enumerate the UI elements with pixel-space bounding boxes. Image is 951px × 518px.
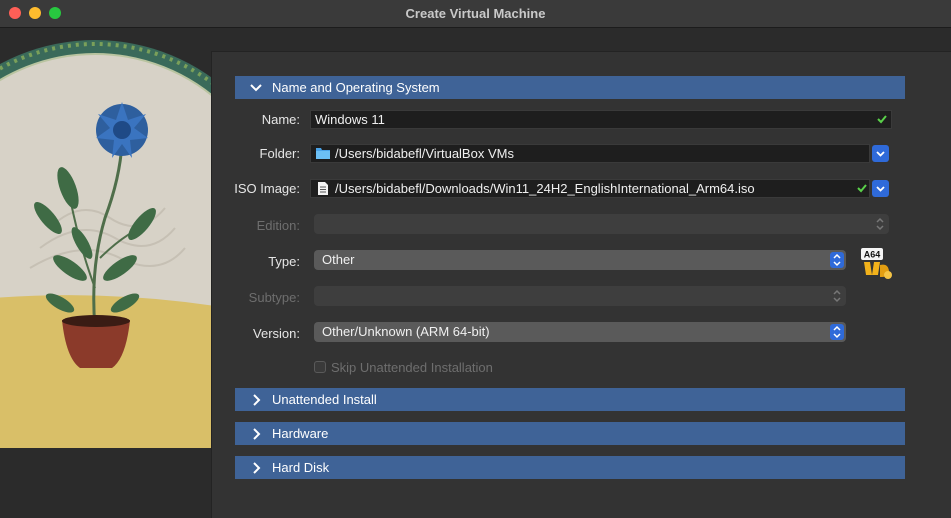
arm64-os-icon: A64	[861, 248, 892, 279]
name-field[interactable]: Windows 11	[310, 110, 892, 129]
name-label: Name:	[261, 112, 300, 127]
edition-label: Edition:	[256, 218, 300, 233]
window-title: Create Virtual Machine	[405, 6, 546, 21]
iso-image-label: ISO Image:	[234, 181, 300, 196]
folder-dropdown-button[interactable]	[872, 145, 889, 162]
chevron-right-icon	[253, 394, 261, 406]
chevron-down-icon	[876, 151, 885, 157]
version-value: Other/Unknown (ARM 64-bit)	[322, 324, 490, 339]
section-unattended-install-label: Unattended Install	[272, 392, 377, 407]
iso-image-value: /Users/bidabefl/Downloads/Win11_24H2_Eng…	[335, 181, 755, 196]
folder-field[interactable]: /Users/bidabefl/VirtualBox VMs	[310, 144, 870, 163]
stepper-arrows-icon	[830, 252, 844, 268]
valid-check-icon	[877, 115, 887, 124]
version-select[interactable]: Other/Unknown (ARM 64-bit)	[314, 322, 846, 342]
iso-image-field[interactable]: /Users/bidabefl/Downloads/Win11_24H2_Eng…	[310, 179, 870, 198]
section-name-os-header[interactable]: Name and Operating System	[235, 76, 905, 99]
folder-label: Folder:	[259, 146, 300, 161]
section-hardware-label: Hardware	[272, 426, 329, 441]
folder-value: /Users/bidabefl/VirtualBox VMs	[335, 146, 514, 161]
skip-unattended-checkbox[interactable]	[314, 361, 326, 373]
stepper-arrows-icon	[876, 217, 884, 231]
arm64-badge-text: A64	[864, 250, 881, 260]
folder-icon	[316, 148, 330, 159]
chevron-right-icon	[253, 462, 261, 474]
chevron-down-icon	[876, 186, 885, 192]
section-hard-disk-header[interactable]: Hard Disk	[235, 456, 905, 479]
subtype-select[interactable]	[314, 286, 846, 306]
edition-select[interactable]	[314, 214, 889, 234]
section-unattended-install-header[interactable]: Unattended Install	[235, 388, 905, 411]
subtype-label: Subtype:	[248, 290, 300, 305]
type-label: Type:	[268, 254, 300, 269]
title-bar: Create Virtual Machine	[0, 0, 951, 28]
stepper-arrows-icon	[830, 324, 844, 340]
wizard-artwork	[0, 28, 240, 517]
type-value: Other	[322, 252, 355, 267]
section-hardware-header[interactable]: Hardware	[235, 422, 905, 445]
type-select[interactable]: Other	[314, 250, 846, 270]
section-hard-disk-label: Hard Disk	[272, 460, 330, 475]
skip-unattended-label: Skip Unattended Installation	[331, 360, 493, 375]
name-value: Windows 11	[315, 112, 385, 127]
document-icon	[318, 182, 328, 195]
stepper-arrows-icon	[833, 289, 841, 303]
valid-check-icon	[857, 184, 867, 193]
iso-image-dropdown-button[interactable]	[872, 180, 889, 197]
chevron-down-icon	[250, 84, 262, 92]
version-label: Version:	[253, 326, 300, 341]
section-name-os-label: Name and Operating System	[272, 80, 440, 95]
chevron-right-icon	[253, 428, 261, 440]
